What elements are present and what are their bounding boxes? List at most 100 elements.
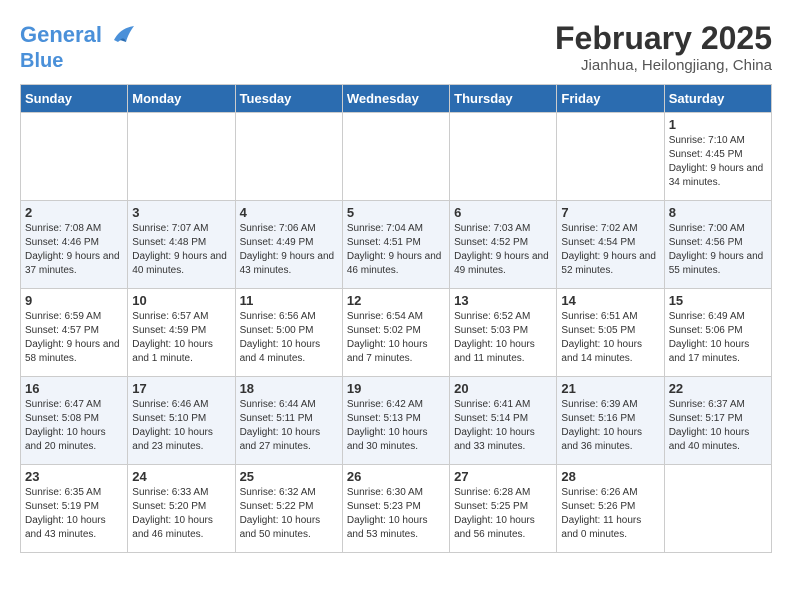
- cell-info: Sunrise: 6:51 AM Sunset: 5:05 PM Dayligh…: [561, 310, 659, 366]
- cell-date: 10: [132, 293, 230, 308]
- cell-info: Sunrise: 6:54 AM Sunset: 5:02 PM Dayligh…: [347, 310, 445, 366]
- cell-date: 26: [347, 469, 445, 484]
- day-header-monday: Monday: [128, 85, 235, 113]
- cell-date: 16: [25, 381, 123, 396]
- month-title: February 2025: [555, 20, 772, 57]
- calendar-cell: 16 Sunrise: 6:47 AM Sunset: 5:08 PM Dayli…: [21, 377, 128, 465]
- cell-info: Sunrise: 6:28 AM Sunset: 5:25 PM Dayligh…: [454, 486, 552, 542]
- day-header-thursday: Thursday: [450, 85, 557, 113]
- cell-date: 27: [454, 469, 552, 484]
- cell-info: Sunrise: 6:32 AM Sunset: 5:22 PM Dayligh…: [240, 486, 338, 542]
- logo: General Blue: [20, 20, 136, 72]
- cell-info: Sunrise: 6:33 AM Sunset: 5:20 PM Dayligh…: [132, 486, 230, 542]
- cell-date: 7: [561, 205, 659, 220]
- calendar-cell: 25 Sunrise: 6:32 AM Sunset: 5:22 PM Dayli…: [235, 465, 342, 553]
- calendar-cell: 28 Sunrise: 6:26 AM Sunset: 5:26 PM Dayli…: [557, 465, 664, 553]
- cell-info: Sunrise: 7:00 AM Sunset: 4:56 PM Dayligh…: [669, 222, 767, 278]
- cell-date: 5: [347, 205, 445, 220]
- calendar-cell: 12 Sunrise: 6:54 AM Sunset: 5:02 PM Dayli…: [342, 289, 449, 377]
- calendar-cell: 7Sunrise: 7:02 AM Sunset: 4:54 PM Daylig…: [557, 201, 664, 289]
- calendar-cell: 11 Sunrise: 6:56 AM Sunset: 5:00 PM Dayli…: [235, 289, 342, 377]
- week-row-1: 2 Sunrise: 7:08 AM Sunset: 4:46 PM Daylig…: [21, 201, 772, 289]
- calendar-cell: 17 Sunrise: 6:46 AM Sunset: 5:10 PM Dayli…: [128, 377, 235, 465]
- calendar-cell: [450, 113, 557, 201]
- cell-date: 23: [25, 469, 123, 484]
- cell-info: Sunrise: 6:39 AM Sunset: 5:16 PM Dayligh…: [561, 398, 659, 454]
- calendar-cell: [342, 113, 449, 201]
- cell-info: Sunrise: 6:52 AM Sunset: 5:03 PM Dayligh…: [454, 310, 552, 366]
- day-header-saturday: Saturday: [664, 85, 771, 113]
- cell-date: 11: [240, 293, 338, 308]
- calendar-cell: 10Sunrise: 6:57 AM Sunset: 4:59 PM Dayli…: [128, 289, 235, 377]
- day-header-sunday: Sunday: [21, 85, 128, 113]
- cell-date: 24: [132, 469, 230, 484]
- calendar-cell: 9 Sunrise: 6:59 AM Sunset: 4:57 PM Daylig…: [21, 289, 128, 377]
- header: General Blue February 2025 Jianhua, Heil…: [20, 20, 772, 74]
- logo-general: General: [20, 22, 102, 47]
- calendar-body: 1Sunrise: 7:10 AM Sunset: 4:45 PM Daylig…: [21, 113, 772, 553]
- logo-text: General: [20, 23, 102, 47]
- cell-date: 21: [561, 381, 659, 396]
- calendar-cell: 15 Sunrise: 6:49 AM Sunset: 5:06 PM Dayli…: [664, 289, 771, 377]
- day-header-tuesday: Tuesday: [235, 85, 342, 113]
- cell-info: Sunrise: 7:03 AM Sunset: 4:52 PM Dayligh…: [454, 222, 552, 278]
- cell-date: 15: [669, 293, 767, 308]
- cell-info: Sunrise: 6:49 AM Sunset: 5:06 PM Dayligh…: [669, 310, 767, 366]
- calendar-cell: [128, 113, 235, 201]
- calendar-cell: 19 Sunrise: 6:42 AM Sunset: 5:13 PM Dayli…: [342, 377, 449, 465]
- day-header-friday: Friday: [557, 85, 664, 113]
- week-row-0: 1Sunrise: 7:10 AM Sunset: 4:45 PM Daylig…: [21, 113, 772, 201]
- cell-info: Sunrise: 6:42 AM Sunset: 5:13 PM Dayligh…: [347, 398, 445, 454]
- week-row-4: 23Sunrise: 6:35 AM Sunset: 5:19 PM Dayli…: [21, 465, 772, 553]
- cell-info: Sunrise: 7:08 AM Sunset: 4:46 PM Dayligh…: [25, 222, 123, 278]
- cell-info: Sunrise: 6:59 AM Sunset: 4:57 PM Dayligh…: [25, 310, 123, 366]
- cell-date: 19: [347, 381, 445, 396]
- cell-date: 3: [132, 205, 230, 220]
- cell-date: 14: [561, 293, 659, 308]
- cell-date: 4: [240, 205, 338, 220]
- calendar-cell: [557, 113, 664, 201]
- calendar-header: SundayMondayTuesdayWednesdayThursdayFrid…: [21, 85, 772, 113]
- cell-info: Sunrise: 7:04 AM Sunset: 4:51 PM Dayligh…: [347, 222, 445, 278]
- calendar-cell: 27 Sunrise: 6:28 AM Sunset: 5:25 PM Dayli…: [450, 465, 557, 553]
- calendar-cell: 23Sunrise: 6:35 AM Sunset: 5:19 PM Dayli…: [21, 465, 128, 553]
- logo-icon: [106, 20, 136, 50]
- calendar-cell: 20 Sunrise: 6:41 AM Sunset: 5:14 PM Dayli…: [450, 377, 557, 465]
- cell-date: 2: [25, 205, 123, 220]
- cell-date: 20: [454, 381, 552, 396]
- cell-date: 18: [240, 381, 338, 396]
- header-row: SundayMondayTuesdayWednesdayThursdayFrid…: [21, 85, 772, 113]
- calendar-cell: 4Sunrise: 7:06 AM Sunset: 4:49 PM Daylig…: [235, 201, 342, 289]
- cell-info: Sunrise: 6:44 AM Sunset: 5:11 PM Dayligh…: [240, 398, 338, 454]
- cell-info: Sunrise: 6:46 AM Sunset: 5:10 PM Dayligh…: [132, 398, 230, 454]
- cell-date: 13: [454, 293, 552, 308]
- calendar-cell: 13 Sunrise: 6:52 AM Sunset: 5:03 PM Dayli…: [450, 289, 557, 377]
- calendar-cell: 24 Sunrise: 6:33 AM Sunset: 5:20 PM Dayli…: [128, 465, 235, 553]
- title-area: February 2025 Jianhua, Heilongjiang, Chi…: [555, 20, 772, 74]
- cell-info: Sunrise: 6:47 AM Sunset: 5:08 PM Dayligh…: [25, 398, 123, 454]
- calendar-cell: 21 Sunrise: 6:39 AM Sunset: 5:16 PM Dayli…: [557, 377, 664, 465]
- cell-date: 8: [669, 205, 767, 220]
- logo-blue: Blue: [20, 50, 136, 72]
- cell-date: 12: [347, 293, 445, 308]
- cell-date: 25: [240, 469, 338, 484]
- cell-info: Sunrise: 6:30 AM Sunset: 5:23 PM Dayligh…: [347, 486, 445, 542]
- calendar-cell: 18 Sunrise: 6:44 AM Sunset: 5:11 PM Dayli…: [235, 377, 342, 465]
- cell-info: Sunrise: 6:26 AM Sunset: 5:26 PM Dayligh…: [561, 486, 659, 542]
- cell-date: 9: [25, 293, 123, 308]
- calendar-cell: 6 Sunrise: 7:03 AM Sunset: 4:52 PM Daylig…: [450, 201, 557, 289]
- day-header-wednesday: Wednesday: [342, 85, 449, 113]
- cell-date: 1: [669, 117, 767, 132]
- calendar-table: SundayMondayTuesdayWednesdayThursdayFrid…: [20, 84, 772, 553]
- week-row-3: 16 Sunrise: 6:47 AM Sunset: 5:08 PM Dayli…: [21, 377, 772, 465]
- calendar-cell: 1Sunrise: 7:10 AM Sunset: 4:45 PM Daylig…: [664, 113, 771, 201]
- cell-date: 17: [132, 381, 230, 396]
- week-row-2: 9 Sunrise: 6:59 AM Sunset: 4:57 PM Daylig…: [21, 289, 772, 377]
- cell-date: 6: [454, 205, 552, 220]
- location-title: Jianhua, Heilongjiang, China: [555, 57, 772, 74]
- calendar-cell: 2 Sunrise: 7:08 AM Sunset: 4:46 PM Daylig…: [21, 201, 128, 289]
- cell-info: Sunrise: 6:56 AM Sunset: 5:00 PM Dayligh…: [240, 310, 338, 366]
- cell-date: 28: [561, 469, 659, 484]
- cell-info: Sunrise: 6:41 AM Sunset: 5:14 PM Dayligh…: [454, 398, 552, 454]
- calendar-cell: 5 Sunrise: 7:04 AM Sunset: 4:51 PM Daylig…: [342, 201, 449, 289]
